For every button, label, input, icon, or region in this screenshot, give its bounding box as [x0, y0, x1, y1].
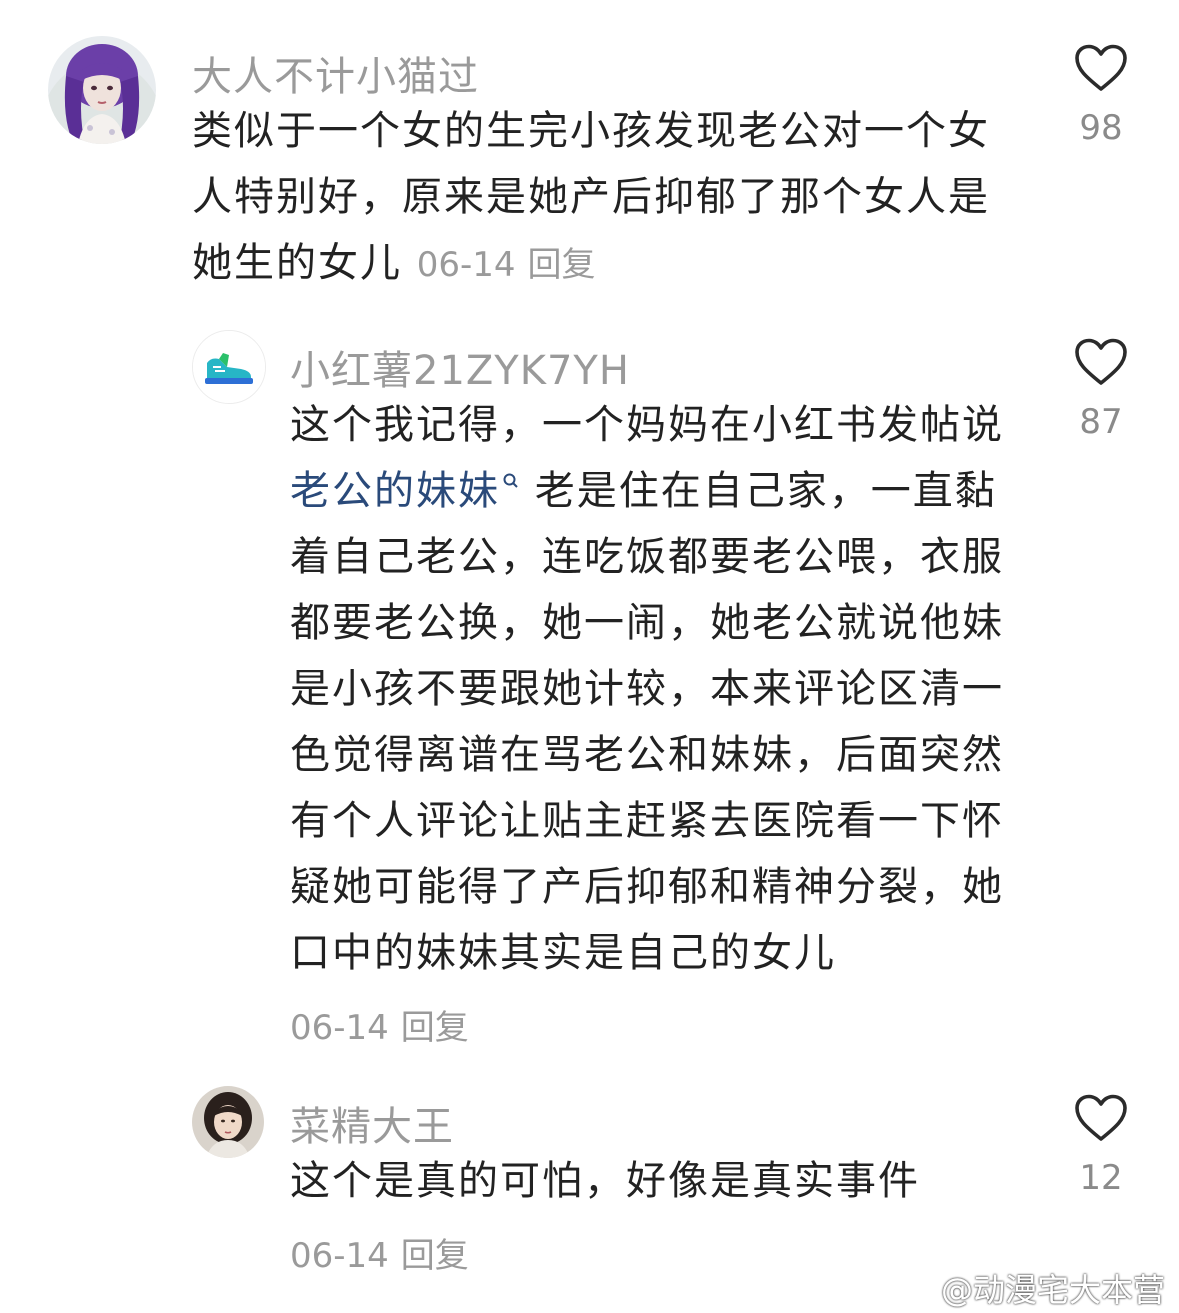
comment-line: 着自己老公，连吃饭都要老公喂，衣服 [290, 534, 1004, 580]
reply-button[interactable]: 回复 [528, 245, 596, 285]
avatar[interactable] [192, 330, 266, 404]
comment-line: 都要老公换，她一闹，她老公就说他妹 [290, 600, 1004, 646]
comment-line: 她生的女儿 06-14 回复 [192, 230, 1022, 298]
comment-line: 是小孩不要跟她计较，本来评论区清一 [290, 666, 1004, 712]
comment-line: 这个是真的可怕，好像是真实事件 [290, 1158, 920, 1204]
comment-line: 有个人评论让贴主赶紧去医院看一下怀 [290, 798, 1004, 844]
reply-button[interactable]: 回复 [401, 1008, 469, 1048]
keyword-search-link[interactable]: 老公的妹妹 [290, 468, 520, 514]
heart-icon [1075, 338, 1127, 385]
comment-date: 06-14 [416, 245, 516, 285]
comment-meta: 06-14 回复 [290, 1228, 469, 1277]
watermark-text: @动漫宅大本营 [940, 1271, 1165, 1309]
like-button[interactable]: 12 [1066, 1094, 1136, 1198]
comment-line: 疑她可能得了产后抑郁和精神分裂，她 [290, 864, 1004, 910]
comment-text: 这个是真的可怕，好像是真实事件 [290, 1148, 1030, 1214]
comment-line: 老公的妹妹 老是住在自己家，一直黏 [290, 458, 1030, 524]
comment-line: 这个我记得，一个妈妈在小红书发帖说 [290, 402, 1004, 448]
watermark: @动漫宅大本营 [899, 1265, 1165, 1311]
reply-button[interactable]: 回复 [401, 1236, 469, 1276]
comment-line: 色觉得离谱在骂老公和妹妹，后面突然 [290, 732, 1004, 778]
heart-icon [1075, 44, 1127, 91]
comment-line-text: 老是住在自己家，一直黏 [534, 468, 997, 514]
like-count: 98 [1079, 108, 1123, 148]
comment-date: 06-14 [290, 1008, 389, 1048]
comment-meta: 06-14 回复 [290, 1000, 469, 1049]
heart-icon [1075, 1094, 1127, 1141]
like-button[interactable]: 98 [1066, 44, 1136, 148]
like-button[interactable]: 87 [1066, 338, 1136, 442]
like-count: 87 [1079, 402, 1123, 442]
comment-item: 大人不计小猫过 类似于一个女的生完小孩发现老公对一个女 人特别好，原来是她产后抑… [0, 0, 1179, 300]
comment-text: 类似于一个女的生完小孩发现老公对一个女 人特别好，原来是她产后抑郁了那个女人是 … [192, 98, 1022, 298]
username[interactable]: 大人不计小猫过 [192, 44, 479, 102]
weibo-logo-icon [899, 1279, 934, 1307]
username[interactable]: 菜精大王 [290, 1094, 454, 1152]
avatar[interactable] [48, 36, 156, 144]
sneaker-avatar [193, 331, 265, 403]
comment-line-text: 她生的女儿 [192, 240, 402, 286]
search-icon [503, 473, 518, 488]
like-count: 12 [1079, 1158, 1123, 1198]
comment-line: 类似于一个女的生完小孩发现老公对一个女 [192, 108, 990, 154]
comment-line: 口中的妹妹其实是自己的女儿 [290, 930, 836, 976]
avatar[interactable] [192, 1086, 264, 1158]
retro-girl-portrait-avatar [192, 1086, 264, 1158]
comment-date: 06-14 [290, 1236, 389, 1276]
keyword-link-text: 老公的妹妹 [290, 468, 500, 514]
comment-line: 人特别好，原来是她产后抑郁了那个女人是 [192, 174, 990, 220]
username[interactable]: 小红薯21ZYK7YH [290, 338, 630, 396]
reply-comment-item: 小红薯21ZYK7YH 这个我记得，一个妈妈在小红书发帖说 老公的妹妹 老是住在… [0, 300, 1179, 1060]
anime-girl-purple-hair-avatar [48, 36, 156, 144]
comment-text: 这个我记得，一个妈妈在小红书发帖说 老公的妹妹 老是住在自己家，一直黏 着自己老… [290, 392, 1030, 986]
